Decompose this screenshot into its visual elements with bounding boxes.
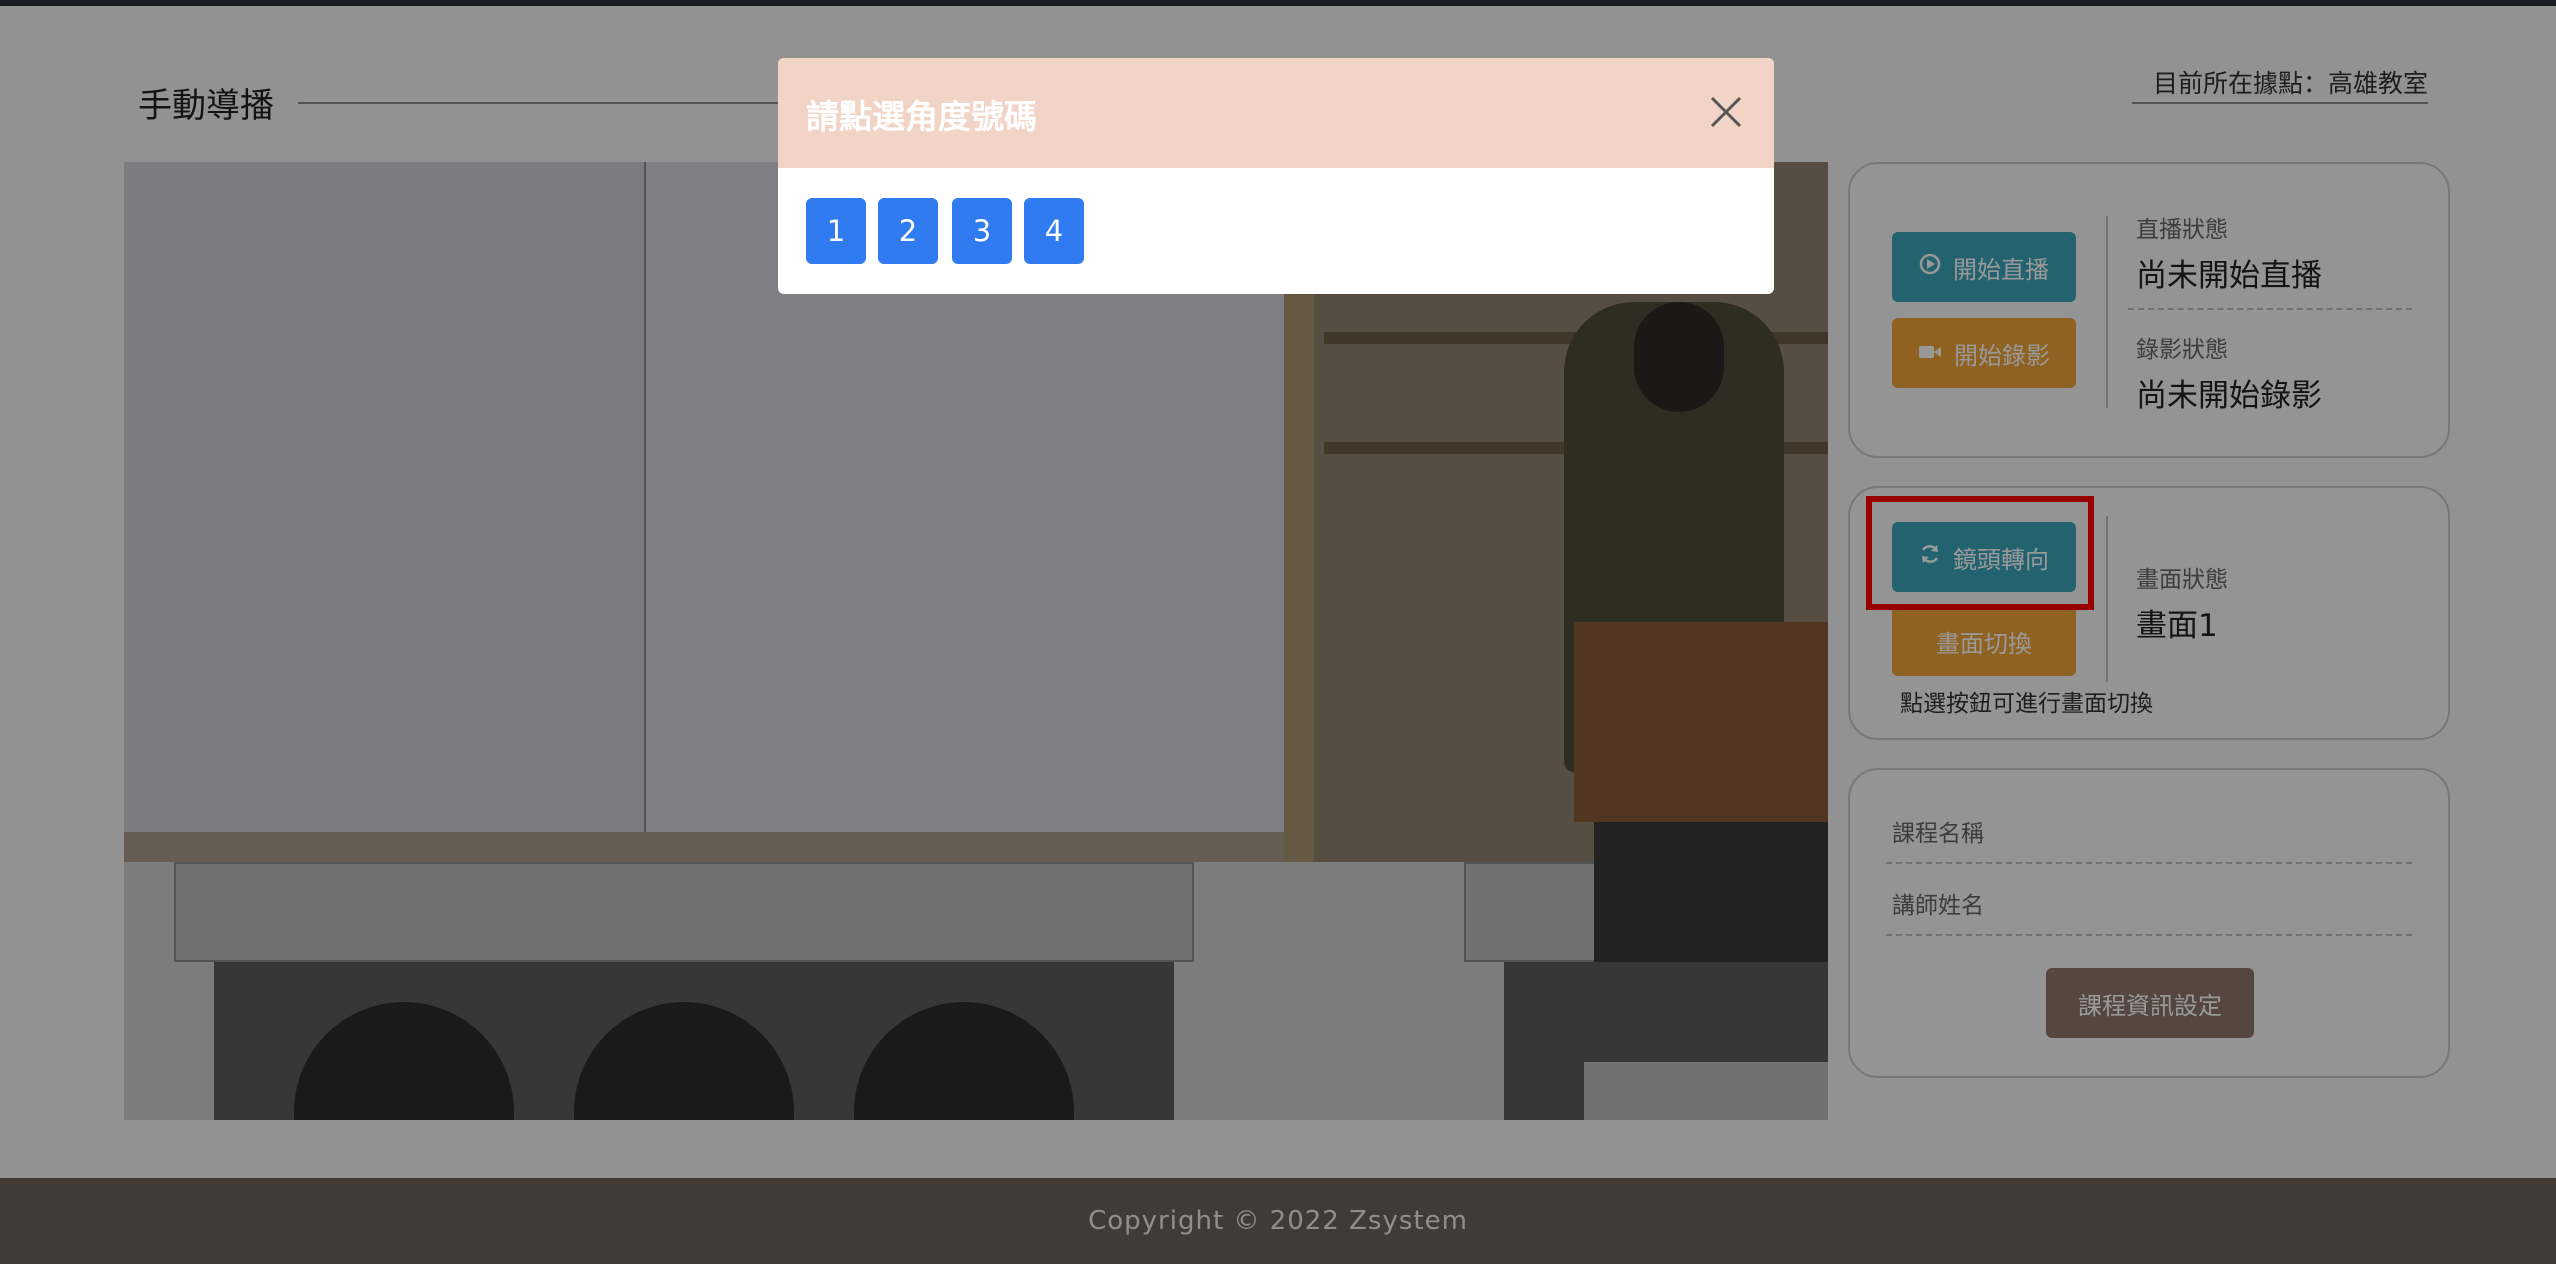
angle-option-4-button[interactable]: 4 [1024,198,1084,264]
angle-option-2-button[interactable]: 2 [878,198,938,264]
modal-header: 請點選角度號碼 [778,58,1774,168]
angle-option-3-button[interactable]: 3 [952,198,1012,264]
angle-option-1-button[interactable]: 1 [806,198,866,264]
modal-title: 請點選角度號碼 [806,97,1037,136]
angle-select-modal: 請點選角度號碼 1 2 3 4 [778,58,1774,294]
close-icon[interactable] [1702,88,1750,136]
